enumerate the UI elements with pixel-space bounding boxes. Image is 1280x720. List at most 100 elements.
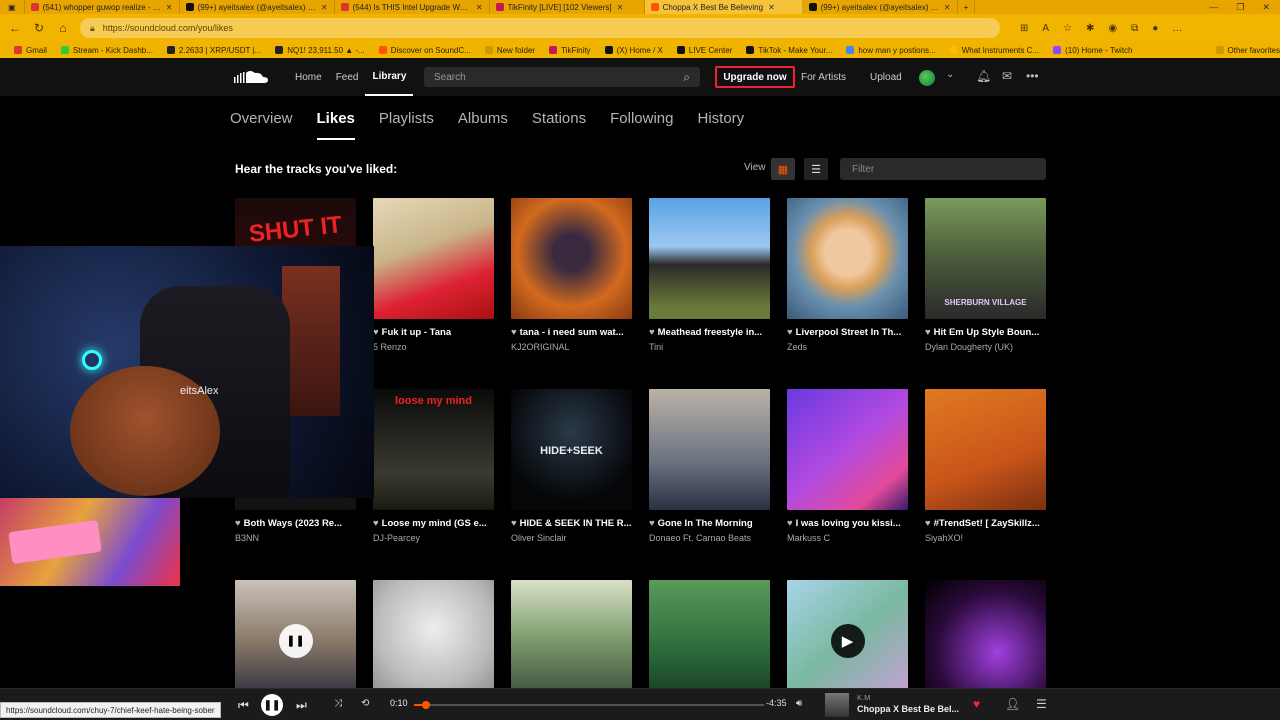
list-view-icon[interactable]: ☰ — [804, 158, 828, 180]
track-title[interactable]: Fuk it up - Tana — [382, 327, 452, 338]
track-tile[interactable]: ♥ #TrendSet! [ ZaySkillz... SiyahXO! — [925, 389, 1046, 543]
profile-icon[interactable]: ● — [1152, 23, 1158, 34]
track-title[interactable]: #TrendSet! [ ZaySkillz... — [934, 518, 1040, 529]
track-title[interactable]: HIDE & SEEK IN THE R... — [520, 518, 632, 529]
progress-bar[interactable] — [414, 701, 764, 709]
bookmark-item[interactable]: Discover on SoundC... — [378, 46, 471, 55]
track-tile[interactable]: ▶ — [787, 580, 908, 701]
track-artist[interactable]: B3NN — [235, 533, 356, 543]
track-tile[interactable]: ♥ tana - i need sum wat... KJ2ORIGINAL — [511, 198, 632, 352]
track-title-row[interactable]: ♥ Gone In The Morning — [649, 518, 770, 529]
browser-tab[interactable]: TikFinity [LIVE] [102 Viewers] ✕ — [490, 0, 645, 14]
track-tile[interactable]: loose my mind ♥ Loose my mind (GS e... DJ-P… — [373, 389, 494, 543]
pause-overlay-icon[interactable]: ❚❚ — [278, 623, 313, 658]
track-artwork[interactable]: ▶ — [787, 580, 908, 701]
browser-tab[interactable]: (544) Is THIS Intel Upgrade Worth ✕ — [335, 0, 490, 14]
browser-tab[interactable]: (99+) ayeitsalex (@ayeitsalex) | Ti ✕ — [180, 0, 335, 14]
bookmark-item[interactable]: (10) Home - Twitch — [1053, 46, 1133, 55]
track-tile[interactable]: ❚❚ — [235, 580, 356, 701]
bell-icon[interactable]: 🔔︎ — [976, 69, 991, 83]
bookmark-item[interactable]: Stream - Kick Dashb... — [60, 46, 153, 55]
track-title-row[interactable]: ♥ HIDE & SEEK IN THE R... — [511, 518, 632, 529]
track-artwork[interactable] — [649, 389, 770, 510]
home-icon[interactable]: ⌂ — [56, 21, 70, 35]
track-tile[interactable]: HIDE+SEEK ♥ HIDE & SEEK IN THE R... Oliver … — [511, 389, 632, 543]
soundcloud-logo-icon[interactable] — [234, 69, 268, 85]
progress-knob[interactable] — [422, 701, 431, 709]
track-tile[interactable] — [925, 580, 1046, 701]
track-artwork[interactable] — [649, 580, 770, 701]
track-artwork[interactable] — [925, 389, 1046, 510]
bookmark-item[interactable]: how man y postions... — [846, 46, 936, 55]
more-options-icon[interactable]: ••• — [1026, 69, 1039, 83]
track-tile[interactable]: ♥ Meathead freestyle in... Tini — [649, 198, 770, 352]
read-aloud-icon[interactable]: A — [1042, 23, 1049, 34]
extension-icon-2[interactable]: ◉ — [1108, 23, 1117, 34]
track-artwork[interactable]: HIDE+SEEK — [511, 389, 632, 510]
volume-icon[interactable]: 🔊︎ — [796, 698, 802, 709]
track-tile[interactable]: ♥ Liverpool Street In Th... Zeds — [787, 198, 908, 352]
track-title-row[interactable]: ♥ tana - i need sum wat... — [511, 327, 632, 338]
track-title[interactable]: tana - i need sum wat... — [520, 327, 624, 338]
browser-tab[interactable]: (99+) ayeitsalex (@ayeitsalex) | Ti ✕ — [803, 0, 958, 14]
track-artwork[interactable] — [511, 198, 632, 319]
close-tab-icon[interactable]: ✕ — [617, 3, 624, 12]
track-artwork[interactable] — [373, 580, 494, 701]
track-title[interactable]: Hit Em Up Style Boun... — [934, 327, 1040, 338]
avatar[interactable] — [919, 70, 935, 86]
track-artwork[interactable]: SHERBURN VILLAGE — [925, 198, 1046, 319]
url-field[interactable]: 🔒︎ https://soundcloud.com/you/likes — [80, 18, 1000, 38]
play-overlay-icon[interactable]: ▶ — [830, 623, 865, 658]
browser-tab[interactable]: Choppa X Best Be Believing ✕ — [644, 0, 803, 14]
extension-icon[interactable]: ✱ — [1086, 23, 1094, 34]
tab-likes[interactable]: Likes — [316, 110, 355, 140]
track-artwork[interactable] — [373, 198, 494, 319]
close-tab-icon[interactable]: ✕ — [768, 3, 775, 12]
upgrade-button[interactable]: Upgrade now — [715, 66, 795, 88]
follow-user-icon[interactable]: 👤︎ — [1005, 697, 1020, 711]
tab-albums[interactable]: Albums — [458, 110, 508, 140]
track-artwork[interactable]: ❚❚ — [235, 580, 356, 701]
nav-feed[interactable]: Feed — [329, 58, 366, 96]
browser-menu-icon[interactable]: ▣ — [0, 0, 25, 14]
track-artist[interactable]: SiyahXO! — [925, 533, 1046, 543]
chevron-down-icon[interactable]: ⌄ — [946, 69, 954, 80]
track-artist[interactable]: Dylan Dougherty (UK) — [925, 342, 1046, 352]
track-artist[interactable]: Oliver Sinclair — [511, 533, 632, 543]
bookmark-item[interactable]: New folder — [484, 46, 535, 55]
track-artist[interactable]: Donaeo Ft. Carnao Beats — [649, 533, 770, 543]
now-playing-artwork[interactable] — [825, 693, 849, 717]
track-tile[interactable] — [511, 580, 632, 701]
track-tile[interactable]: ♥ I was loving you kissi... Markuss C — [787, 389, 908, 543]
track-title-row[interactable]: ♥ Meathead freestyle in... — [649, 327, 770, 338]
track-title[interactable]: Loose my mind (GS e... — [382, 518, 487, 529]
nav-home[interactable]: Home — [288, 58, 329, 96]
track-artwork[interactable]: loose my mind — [373, 389, 494, 510]
track-title-row[interactable]: ♥ Liverpool Street In Th... — [787, 327, 908, 338]
track-artist[interactable]: KJ2ORIGINAL — [511, 342, 632, 352]
track-artist[interactable]: 5 Renzo — [373, 342, 494, 352]
refresh-icon[interactable]: ↻ — [32, 21, 46, 35]
search-input[interactable]: Search ⌕ — [424, 67, 700, 87]
bookmark-item[interactable]: (X) Home / X — [604, 46, 663, 55]
bookmark-item[interactable]: TikTok - Make Your... — [746, 46, 832, 55]
track-artwork[interactable] — [787, 389, 908, 510]
bookmark-item[interactable]: Gmail — [14, 46, 47, 55]
pause-button[interactable]: ❚❚ — [261, 694, 283, 716]
close-tab-icon[interactable]: ✕ — [944, 3, 951, 12]
track-title-row[interactable]: ♥ Both Ways (2023 Re... — [235, 518, 356, 529]
bookmark-item[interactable]: Other favorites — [1215, 46, 1280, 55]
close-tab-icon[interactable]: ✕ — [321, 3, 328, 12]
upload-link[interactable]: Upload — [870, 58, 902, 96]
favorite-star-icon[interactable]: ☆ — [1063, 23, 1072, 34]
track-artwork[interactable] — [925, 580, 1046, 701]
collections-icon[interactable]: ⧉ — [1131, 23, 1138, 34]
tab-stations[interactable]: Stations — [532, 110, 586, 140]
track-artwork[interactable] — [511, 580, 632, 701]
browser-tab[interactable]: (541) whopper guwop realize - Yo ✕ — [25, 0, 180, 14]
for-artists-link[interactable]: For Artists — [801, 58, 846, 96]
close-tab-icon[interactable]: ✕ — [166, 3, 173, 12]
track-tile[interactable] — [373, 580, 494, 701]
queue-icon[interactable]: ☰ — [1036, 697, 1047, 711]
track-title[interactable]: Meathead freestyle in... — [658, 327, 763, 338]
